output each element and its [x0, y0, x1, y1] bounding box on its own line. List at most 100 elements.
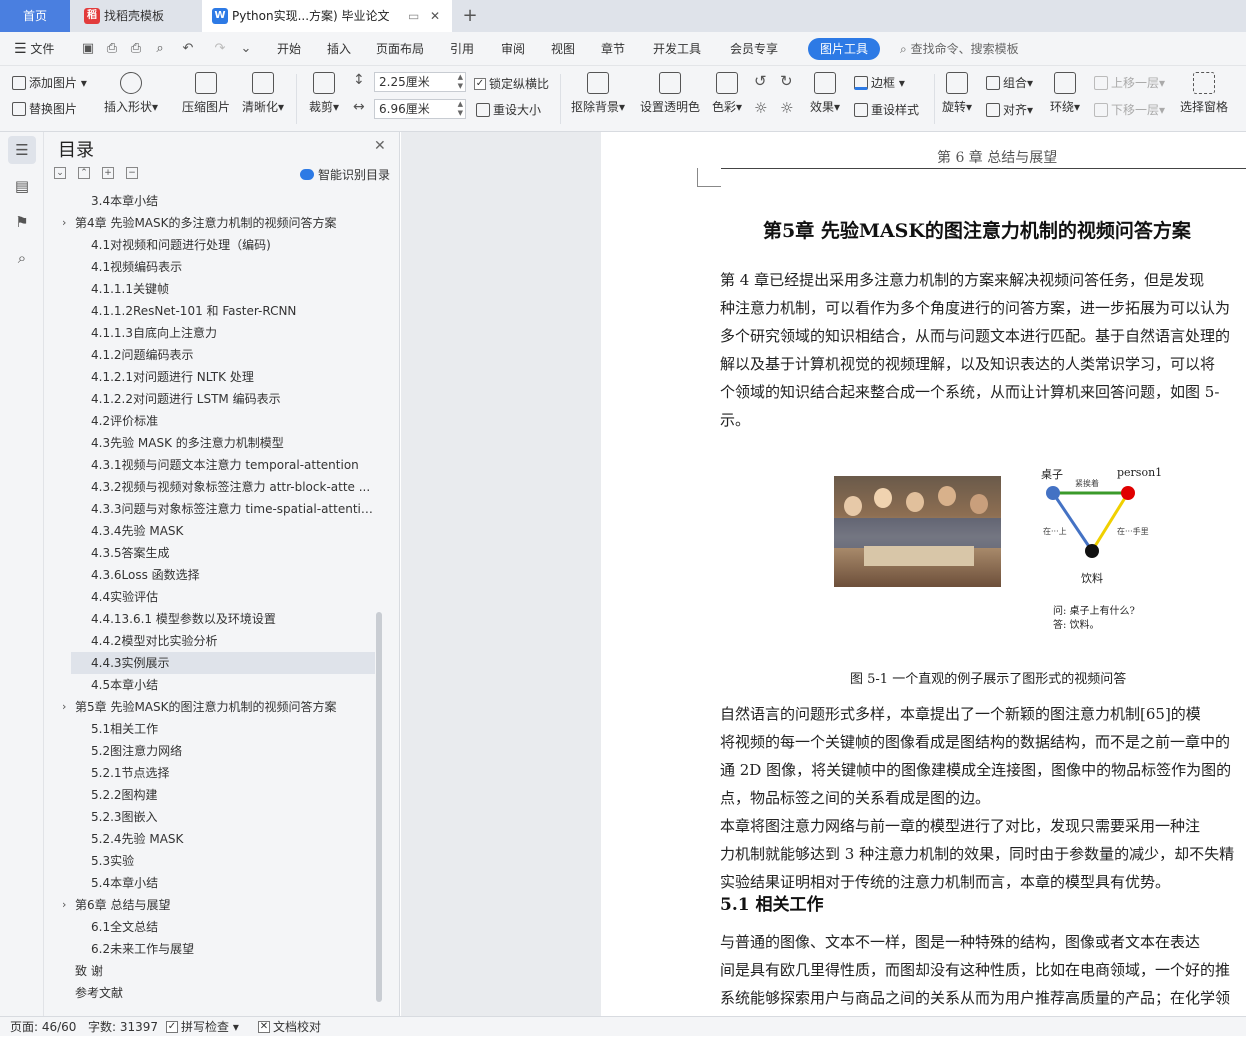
toc-item[interactable]: 致 谢	[75, 960, 374, 982]
rotate-right-icon[interactable]: ↻	[780, 72, 793, 90]
effects-button[interactable]: 效果▾	[808, 72, 842, 115]
close-tab-icon[interactable]: ✕	[430, 0, 440, 32]
toc-item[interactable]: 4.1视频编码表示	[91, 256, 374, 278]
toc-item[interactable]: 第6章 总结与展望	[75, 894, 374, 916]
toc-item[interactable]: 3.4本章小结	[91, 190, 374, 212]
close-icon[interactable]: ✕	[374, 138, 386, 154]
border-button[interactable]: 边框 ▾	[854, 74, 905, 91]
clarity-button[interactable]: 清晰化▾	[240, 72, 286, 115]
toc-item[interactable]: 5.2.4先验 MASK	[91, 828, 374, 850]
page-indicator[interactable]: 页面: 46/60	[10, 1017, 76, 1037]
command-search[interactable]: ⌕ 查找命令、搜索模板	[900, 32, 1019, 66]
toc-item[interactable]: 4.1对视频和问题进行处理（编码)	[91, 234, 374, 256]
chapter-nav-icon[interactable]: ▤	[8, 172, 36, 200]
expand-chevron-icon[interactable]: ›	[62, 898, 66, 911]
smart-toc-button[interactable]: 智能识别目录	[300, 166, 390, 183]
find-icon[interactable]: ⌕	[8, 244, 36, 272]
toc-item[interactable]: 4.1.1.3自底向上注意力	[91, 322, 374, 344]
remove-level-icon[interactable]: −	[126, 167, 138, 179]
toc-item[interactable]: 4.4.3实例展示	[71, 652, 375, 674]
toc-item[interactable]: 5.2.3图嵌入	[91, 806, 374, 828]
file-menu[interactable]: ☰ 文件	[14, 32, 54, 66]
menu-review[interactable]: 审阅	[501, 32, 525, 66]
toc-item[interactable]: 4.1.1.2ResNet-101 和 Faster-RCNN	[91, 300, 374, 322]
toc-item[interactable]: 4.4.13.6.1 模型参数以及环境设置	[91, 608, 374, 630]
expand-up-icon[interactable]: ⌃	[78, 167, 90, 179]
toc-item[interactable]: 5.2.1节点选择	[91, 762, 374, 784]
height-spinner-icon[interactable]: ▲ ▼	[458, 73, 463, 91]
crop-button[interactable]: 裁剪▾	[306, 72, 342, 115]
toc-item[interactable]: 4.5本章小结	[91, 674, 374, 696]
customize-quick-access-icon[interactable]: ⌄	[238, 41, 254, 57]
toc-scrollbar[interactable]	[376, 612, 382, 1002]
menu-references[interactable]: 引用	[450, 32, 474, 66]
bookmark-icon[interactable]: ⚑	[8, 208, 36, 236]
set-transparent-button[interactable]: 设置透明色	[638, 72, 702, 115]
selection-pane-button[interactable]: 选择窗格	[1176, 72, 1232, 115]
toc-item[interactable]: 4.3.1视频与问题文本注意力 temporal-attention	[91, 454, 374, 476]
toc-item[interactable]: 5.2图注意力网络	[91, 740, 374, 762]
toc-item[interactable]: 4.2评价标准	[91, 410, 374, 432]
tab-home[interactable]: 首页	[0, 0, 70, 32]
reset-style-button[interactable]: 重设样式	[854, 101, 919, 118]
bring-forward-button[interactable]: 上移一层▾	[1094, 74, 1165, 91]
expand-chevron-icon[interactable]: ›	[62, 216, 66, 229]
toc-item[interactable]: 参考文献	[75, 982, 374, 1004]
tab-document[interactable]: W Python实现...方案) 毕业论文 ▭ ✕	[202, 0, 452, 32]
rotate-left-icon[interactable]: ↺	[754, 72, 767, 90]
wrap-button[interactable]: 环绕▾	[1046, 72, 1084, 115]
word-count[interactable]: 字数: 31397	[88, 1017, 158, 1037]
menu-view[interactable]: 视图	[551, 32, 575, 66]
toc-item[interactable]: 4.4.2模型对比实验分析	[91, 630, 374, 652]
video-frame-image[interactable]	[834, 476, 1001, 587]
menu-picture-tools[interactable]: 图片工具	[808, 38, 881, 60]
toc-item[interactable]: 4.1.2问题编码表示	[91, 344, 374, 366]
width-spinner-icon[interactable]: ▲ ▼	[458, 100, 463, 118]
menu-start[interactable]: 开始	[277, 32, 301, 66]
toc-item[interactable]: 第5章 先验MASK的图注意力机制的视频问答方案	[75, 696, 374, 718]
proofread-button[interactable]: ✕ 文档校对	[258, 1017, 321, 1037]
redo-icon[interactable]: ↷	[212, 41, 228, 57]
toc-item[interactable]: 4.3.2视频与视频对象标签注意力 attr-block-atte ...	[91, 476, 374, 498]
remove-background-button[interactable]: 抠除背景▾	[568, 72, 628, 115]
spell-check-button[interactable]: ✓ 拼写检查 ▾	[166, 1017, 239, 1037]
add-image-button[interactable]: 添加图片 ▾	[12, 74, 87, 91]
tab-templates[interactable]: 稻找稻壳模板	[72, 0, 200, 32]
menu-insert[interactable]: 插入	[327, 32, 351, 66]
toc-item[interactable]: 5.3实验	[91, 850, 374, 872]
menu-chapter[interactable]: 章节	[601, 32, 625, 66]
toc-item[interactable]: 4.3.3问题与对象标签注意力 time-spatial-attenti ...	[91, 498, 374, 520]
toc-item[interactable]: 4.3.6Loss 函数选择	[91, 564, 374, 586]
restore-window-icon[interactable]: ▭	[408, 0, 419, 32]
print-icon[interactable]: ⎙	[128, 41, 144, 57]
new-tab-button[interactable]: +	[456, 0, 484, 32]
toc-item[interactable]: 6.2未来工作与展望	[91, 938, 374, 960]
replace-image-button[interactable]: 替换图片	[12, 100, 77, 117]
toc-item[interactable]: 4.3先验 MASK 的多注意力机制模型	[91, 432, 374, 454]
rotate-button[interactable]: 旋转▾	[940, 72, 974, 115]
document-page[interactable]: 第 6 章 总结与展望 第5章 先验MASK的图注意力机制的视频问答方案 第 4…	[601, 132, 1246, 1016]
group-button[interactable]: 组合▾	[986, 74, 1033, 91]
toc-item[interactable]: 4.3.5答案生成	[91, 542, 374, 564]
brightness-down-icon[interactable]: ☼	[780, 99, 793, 117]
menu-page-layout[interactable]: 页面布局	[376, 32, 424, 66]
collapse-all-icon[interactable]: ⌄	[54, 167, 66, 179]
toc-item[interactable]: 4.3.4先验 MASK	[91, 520, 374, 542]
print-preview-icon[interactable]: ⌕	[152, 41, 168, 57]
insert-shape-button[interactable]: 插入形状▾	[102, 72, 160, 115]
align-button[interactable]: 对齐▾	[986, 101, 1033, 118]
compress-image-button[interactable]: 压缩图片	[180, 72, 232, 115]
lock-ratio-checkbox[interactable]: ✓ 锁定纵横比	[474, 75, 549, 92]
toc-item[interactable]: 6.1全文总结	[91, 916, 374, 938]
menu-member[interactable]: 会员专享	[730, 32, 778, 66]
width-input[interactable]: 6.96厘米 ▲ ▼	[374, 99, 466, 119]
expand-chevron-icon[interactable]: ›	[62, 700, 66, 713]
toc-item[interactable]: 第4章 先验MASK的多注意力机制的视频问答方案	[75, 212, 374, 234]
menu-developer[interactable]: 开发工具	[653, 32, 701, 66]
toc-item[interactable]: 4.1.2.2对问题进行 LSTM 编码表示	[91, 388, 374, 410]
toc-item[interactable]: 5.2.2图构建	[91, 784, 374, 806]
color-button[interactable]: 色彩▾	[710, 72, 744, 115]
height-input[interactable]: 2.25厘米 ▲ ▼	[374, 72, 466, 92]
save-icon[interactable]: ▣	[80, 41, 96, 57]
toc-item[interactable]: 5.4本章小结	[91, 872, 374, 894]
